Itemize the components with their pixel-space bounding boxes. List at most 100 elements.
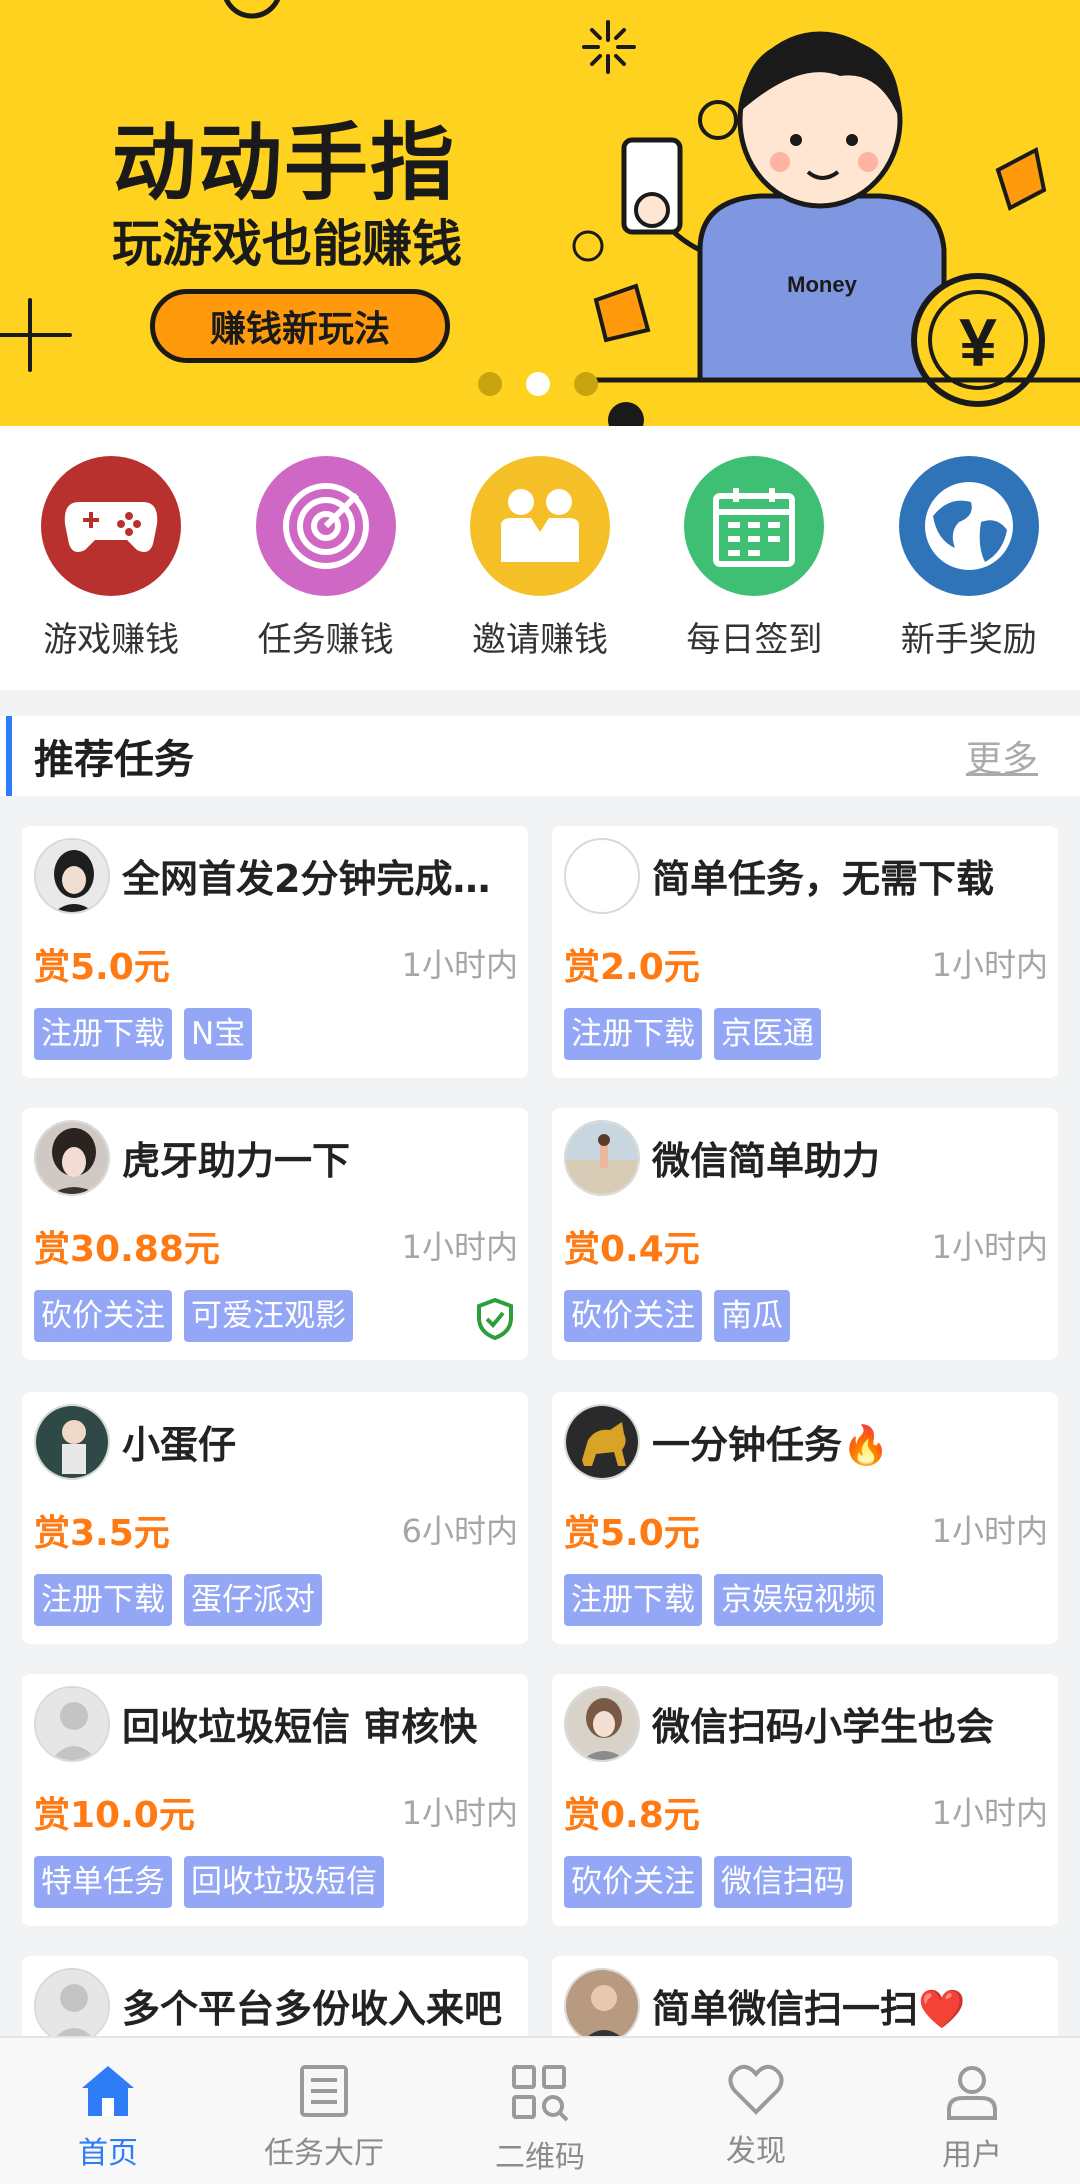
task-time: 6小时内 [401, 1512, 518, 1550]
nav-daily-checkin[interactable]: 每日签到 [654, 456, 854, 690]
tab-qrcode[interactable]: 二维码 [432, 2038, 648, 2184]
heart-icon [728, 2064, 784, 2115]
task-tag: 砍价关注 [564, 1856, 702, 1908]
avatar [564, 1404, 640, 1480]
tab-user[interactable]: 用户 [864, 2038, 1080, 2184]
task-tag: 砍价关注 [34, 1290, 172, 1342]
carousel-dot-active[interactable] [526, 372, 550, 396]
more-link[interactable]: 更多 [966, 730, 1038, 782]
recommended-tasks-header: 推荐任务 更多 [0, 716, 1080, 796]
task-reward: 赏0.8元 [564, 1795, 700, 1836]
task-tag: 微信扫码 [714, 1856, 852, 1908]
task-reward: 赏10.0元 [34, 1795, 195, 1836]
task-tag: 京医通 [714, 1008, 821, 1060]
task-time: 1小时内 [931, 946, 1048, 984]
qr-scan-icon [512, 2065, 569, 2122]
avatar [34, 1686, 110, 1762]
task-title: 小蛋仔 [122, 1423, 237, 1467]
carousel-dot[interactable] [478, 372, 502, 396]
avatar [34, 1404, 110, 1480]
shield-check-icon [477, 1298, 513, 1340]
home-icon [82, 2066, 134, 2116]
task-tag: 京娱短视频 [714, 1574, 883, 1626]
task-card[interactable]: 微信扫码小学生也会 赏0.8元 1小时内 砍价关注 微信扫码 [552, 1674, 1058, 1926]
avatar [564, 838, 640, 914]
tab-label: 任务大厅 [264, 2136, 384, 2171]
task-card[interactable]: 简单任务，无需下载 赏2.0元 1小时内 注册下载 京医通 [552, 826, 1058, 1078]
nav-label: 任务赚钱 [257, 620, 394, 660]
app-screen: Money ¥ 动动手指 玩游戏也能赚钱 赚钱新玩法 游戏赚钱 任务赚钱 邀请赚… [0, 0, 1080, 2184]
task-title: 微信扫码小学生也会 [652, 1705, 995, 1749]
task-card[interactable]: 小蛋仔 赏3.5元 6小时内 注册下载 蛋仔派对 [22, 1392, 528, 1644]
task-reward: 赏3.5元 [34, 1513, 170, 1554]
avatar [34, 1120, 110, 1196]
people-icon [469, 456, 610, 596]
gamepad-icon [41, 456, 182, 596]
tab-task-hall[interactable]: 任务大厅 [216, 2038, 432, 2184]
radar-icon [255, 456, 396, 596]
task-time: 1小时内 [401, 946, 518, 984]
task-tag: 砍价关注 [564, 1290, 702, 1342]
banner-button[interactable]: 赚钱新玩法 [150, 289, 450, 363]
nav-label: 游戏赚钱 [43, 620, 180, 660]
section-title: 推荐任务 [34, 737, 194, 783]
task-tag: 特单任务 [34, 1856, 172, 1908]
avatar [34, 838, 110, 914]
tab-label: 首页 [78, 2136, 138, 2171]
task-card[interactable]: 回收垃圾短信 审核快 赏10.0元 1小时内 特单任务 回收垃圾短信 [22, 1674, 528, 1926]
task-time: 1小时内 [931, 1228, 1048, 1266]
nav-label: 每日签到 [686, 620, 823, 660]
task-time: 1小时内 [401, 1794, 518, 1832]
task-tag: 回收垃圾短信 [184, 1856, 384, 1908]
task-tag: 注册下载 [564, 1574, 702, 1626]
task-tag: 可爱汪观影 [184, 1290, 353, 1342]
avatar [34, 1968, 110, 2044]
bottom-tab-bar: 首页 任务大厅 二维码 发现 用户 [0, 2036, 1080, 2184]
banner-title: 动动手指 [112, 114, 457, 212]
user-icon [947, 2066, 997, 2120]
task-tag: N宝 [184, 1008, 253, 1060]
nav-task-earn[interactable]: 任务赚钱 [226, 456, 426, 690]
nav-game-earn[interactable]: 游戏赚钱 [11, 456, 211, 690]
task-title: 回收垃圾短信 审核快 [122, 1705, 478, 1749]
nav-label: 新手奖励 [900, 620, 1037, 660]
svg-text:Money: Money [787, 272, 857, 297]
task-tag: 注册下载 [34, 1008, 172, 1060]
promo-banner[interactable]: Money ¥ 动动手指 玩游戏也能赚钱 赚钱新玩法 [0, 0, 1080, 426]
tab-label: 发现 [726, 2134, 786, 2169]
task-title: 全网首发2分钟完成快速… [122, 857, 518, 901]
nav-invite-earn[interactable]: 邀请赚钱 [440, 456, 640, 690]
carousel-dot[interactable] [574, 372, 598, 396]
calendar-icon [684, 456, 825, 596]
task-time: 1小时内 [931, 1512, 1048, 1550]
task-card[interactable]: 微信简单助力 赏0.4元 1小时内 砍价关注 南瓜 [552, 1108, 1058, 1360]
tab-discover[interactable]: 发现 [648, 2038, 864, 2184]
banner-subtitle: 玩游戏也能赚钱 [112, 215, 462, 273]
task-reward: 赏5.0元 [564, 1513, 700, 1554]
task-reward: 赏2.0元 [564, 947, 700, 988]
task-card[interactable]: 虎牙助力一下 赏30.88元 1小时内 砍价关注 可爱汪观影 [22, 1108, 528, 1360]
task-title: 简单微信扫一扫❤️ [652, 1987, 966, 2031]
tab-label: 用户 [942, 2138, 1002, 2173]
carousel-indicator [478, 372, 598, 396]
task-tag: 蛋仔派对 [184, 1574, 322, 1626]
task-reward: 赏30.88元 [34, 1229, 220, 1270]
task-card[interactable]: 一分钟任务🔥 赏5.0元 1小时内 注册下载 京娱短视频 [552, 1392, 1058, 1644]
task-title: 虎牙助力一下 [122, 1139, 351, 1183]
task-tag: 南瓜 [714, 1290, 790, 1342]
list-icon [300, 2065, 348, 2117]
quick-nav: 游戏赚钱 任务赚钱 邀请赚钱 每日签到 新手奖励 [0, 426, 1080, 690]
nav-newbie-reward[interactable]: 新手奖励 [869, 456, 1069, 690]
task-title: 微信简单助力 [652, 1139, 881, 1183]
avatar [564, 1120, 640, 1196]
task-title: 多个平台多份收入来吧 [122, 1987, 503, 2031]
task-time: 1小时内 [931, 1794, 1048, 1832]
tab-home[interactable]: 首页 [0, 2038, 216, 2184]
task-card[interactable]: 全网首发2分钟完成快速… 赏5.0元 1小时内 注册下载N宝 [22, 826, 528, 1078]
avatar [564, 1968, 640, 2044]
task-reward: 赏5.0元 [34, 947, 170, 988]
section-accent-bar [6, 716, 12, 796]
task-time: 1小时内 [401, 1228, 518, 1266]
task-tag: 注册下载 [34, 1574, 172, 1626]
task-title: 简单任务，无需下载 [652, 857, 995, 901]
